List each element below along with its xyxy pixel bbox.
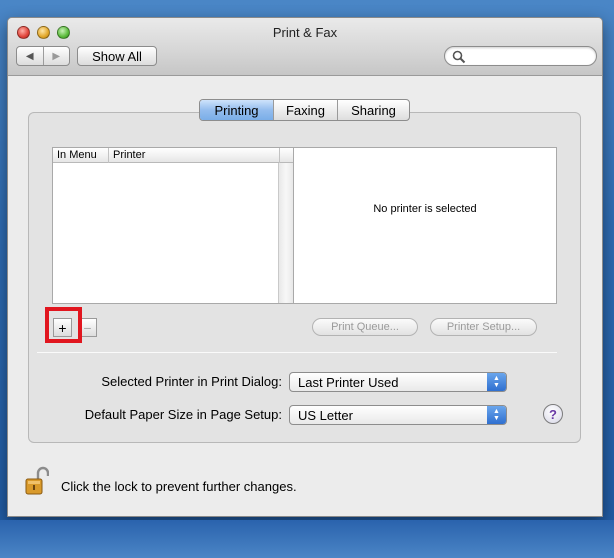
forward-arrow-icon: ▶: [52, 50, 61, 62]
column-header-in-menu[interactable]: In Menu: [57, 149, 107, 162]
popup-arrows-icon: ▲ ▼: [487, 406, 506, 424]
question-mark-icon: ?: [549, 406, 557, 422]
search-icon: [452, 50, 466, 64]
printer-list[interactable]: In Menu Printer: [52, 147, 294, 304]
help-button[interactable]: ?: [543, 404, 563, 424]
tab-printing[interactable]: Printing: [200, 100, 273, 120]
tab-bar: Printing Faxing Sharing: [199, 99, 410, 121]
selected-printer-label: Selected Printer in Print Dialog:: [101, 374, 282, 389]
list-scrollbar[interactable]: [278, 163, 293, 303]
printer-details-pane: No printer is selected: [293, 147, 557, 304]
selected-printer-value: Last Printer Used: [298, 375, 399, 390]
desktop-background: [0, 520, 614, 558]
forward-button[interactable]: ▶: [42, 47, 70, 65]
lock-message: Click the lock to prevent further change…: [61, 479, 297, 494]
back-button[interactable]: ◀: [17, 47, 43, 65]
tab-faxing[interactable]: Faxing: [273, 100, 337, 120]
show-all-button[interactable]: Show All: [77, 46, 157, 66]
window-title: Print & Fax: [272, 25, 338, 40]
add-button-highlight-box: [45, 307, 82, 343]
tab-sharing[interactable]: Sharing: [337, 100, 409, 120]
list-header: In Menu Printer: [53, 148, 293, 163]
paper-size-label: Default Paper Size in Page Setup:: [84, 407, 282, 422]
empty-selection-message: No printer is selected: [373, 203, 477, 215]
paper-size-popup[interactable]: US Letter ▲ ▼: [289, 405, 507, 425]
toolbar: Print & Fax ◀ ▶ Show All: [8, 18, 602, 76]
lock-open-icon[interactable]: [25, 466, 49, 496]
popup-arrows-icon: ▲ ▼: [487, 373, 506, 391]
back-forward-control: ◀ ▶: [16, 46, 70, 66]
printer-setup-button[interactable]: Printer Setup...: [430, 318, 537, 336]
minus-icon: −: [83, 319, 92, 336]
selected-printer-popup[interactable]: Last Printer Used ▲ ▼: [289, 372, 507, 392]
column-divider: [108, 148, 109, 163]
paper-size-value: US Letter: [298, 408, 353, 423]
column-header-printer[interactable]: Printer: [113, 149, 145, 162]
print-fax-window: Print & Fax ◀ ▶ Show All Printing Faxing…: [7, 17, 603, 517]
divider: [37, 352, 557, 353]
back-arrow-icon: ◀: [25, 50, 34, 62]
search-field[interactable]: [444, 46, 597, 66]
print-queue-button[interactable]: Print Queue...: [312, 318, 418, 336]
column-divider: [279, 148, 280, 163]
